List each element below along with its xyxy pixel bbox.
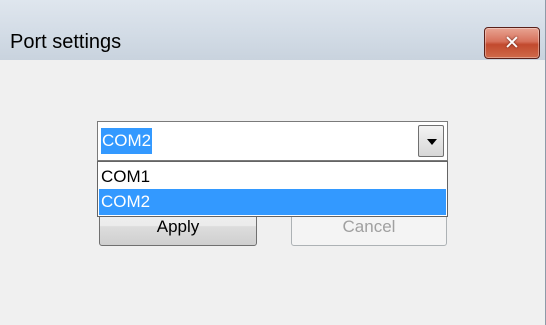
title-bar[interactable]: Port settings ✕ xyxy=(0,0,545,61)
close-button[interactable]: ✕ xyxy=(484,27,540,59)
chevron-down-icon[interactable] xyxy=(418,125,444,157)
dropdown-option-com1[interactable]: COM1 xyxy=(99,164,446,190)
dropdown-option-com2[interactable]: COM2 xyxy=(99,189,446,215)
port-dropdown-list: COM1 COM2 xyxy=(97,161,448,217)
window-title: Port settings xyxy=(10,31,122,53)
port-settings-dialog: Port settings ✕ COM2 Apply Cancel COM1 C… xyxy=(0,0,546,325)
port-combobox[interactable]: COM2 xyxy=(97,121,448,161)
port-combobox-value[interactable]: COM2 xyxy=(101,128,153,154)
close-icon: ✕ xyxy=(504,32,520,54)
